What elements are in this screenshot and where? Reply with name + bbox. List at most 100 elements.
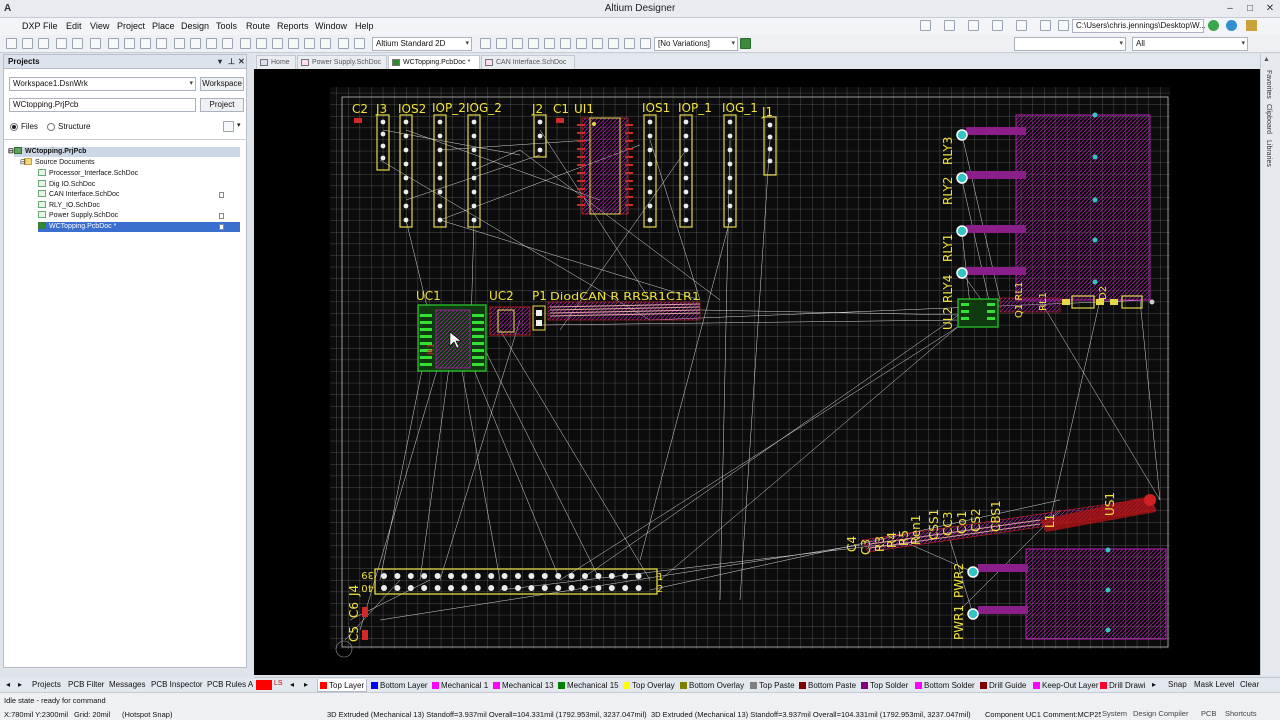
minimize-button[interactable]: – <box>1222 2 1238 15</box>
refresh-icon[interactable] <box>992 20 1003 31</box>
menu-view[interactable]: View <box>90 21 109 31</box>
tree-doc[interactable]: Power Supply.SchDoc <box>38 211 118 221</box>
mask-level-button[interactable]: Mask Level <box>1194 680 1234 689</box>
open-file-icon[interactable] <box>22 38 33 49</box>
zoom-selected-icon[interactable] <box>156 38 167 49</box>
via-icon[interactable] <box>560 38 571 49</box>
menu-tools[interactable]: Tools <box>216 21 237 31</box>
workspace-button[interactable]: Workspace <box>200 77 244 91</box>
layer-tab[interactable]: Bottom Layer <box>369 679 428 692</box>
tree-doc[interactable]: CAN Interface.SchDoc <box>38 190 119 200</box>
rubber-stamp-icon[interactable] <box>222 38 233 49</box>
tree-folder[interactable]: ⊟ Source Documents <box>20 158 95 168</box>
layer-menu-icon[interactable]: ▸ <box>1152 680 1156 689</box>
save-icon[interactable] <box>38 38 49 49</box>
layer-tab[interactable]: Drill Drawi <box>1098 679 1148 692</box>
files-radio[interactable] <box>10 123 18 131</box>
tree-doc[interactable]: RLY_IO.SchDoc <box>38 201 100 211</box>
pad-icon[interactable] <box>544 38 555 49</box>
cut-icon[interactable] <box>174 38 185 49</box>
expand-icon[interactable]: ⊟ <box>20 158 26 168</box>
up-icon[interactable] <box>1040 20 1051 31</box>
cross-probe-icon[interactable] <box>338 38 349 49</box>
panel-menu-icon[interactable]: ▾ <box>218 57 222 66</box>
zoom-fit-icon[interactable] <box>108 38 119 49</box>
go-back-icon[interactable] <box>1226 20 1237 31</box>
snap-button[interactable]: Snap <box>1168 680 1187 689</box>
nav-toolbar-icon[interactable] <box>920 20 931 31</box>
close-button[interactable]: ✕ <box>1262 2 1278 15</box>
tab-home[interactable]: Home <box>256 55 296 69</box>
folder-icon[interactable] <box>1058 20 1069 31</box>
tab-libraries[interactable]: Libraries <box>1265 140 1272 167</box>
maximize-button[interactable]: □ <box>1242 2 1258 15</box>
select-area-icon[interactable] <box>240 38 251 49</box>
fill-icon[interactable] <box>576 38 587 49</box>
pcb-button[interactable]: PCB <box>1201 709 1216 718</box>
layer-tab[interactable]: Keep-Out Layer <box>1031 679 1098 692</box>
path-combo[interactable]: C:\Users\chris.jennings\Desktop\W... <box>1072 19 1206 33</box>
panel-pin-icon[interactable]: ⊥ <box>228 57 235 66</box>
expand-icon[interactable]: ⊟ <box>8 147 14 157</box>
tab-favorites[interactable]: Favorites <box>1265 70 1272 99</box>
clear-filter-icon[interactable] <box>288 38 299 49</box>
panel-refresh-icon[interactable] <box>223 121 234 132</box>
menu-reports[interactable]: Reports <box>277 21 309 31</box>
tab-can-interface[interactable]: CAN Interface.SchDoc <box>481 55 575 69</box>
scroll-up-icon[interactable]: ▲ <box>1263 56 1270 63</box>
system-button[interactable]: System <box>1102 709 1127 718</box>
design-compiler-button[interactable]: Design Compiler <box>1133 709 1188 718</box>
go-forward-icon[interactable] <box>1208 20 1219 31</box>
layer-tab[interactable]: Bottom Paste <box>797 679 856 692</box>
panel-close-icon[interactable]: ✕ <box>238 57 245 66</box>
filter-combo[interactable]: ▾ <box>1014 37 1126 51</box>
clear-button[interactable]: Clear <box>1240 680 1259 689</box>
scroll-right-icon[interactable]: ▸ <box>18 679 22 691</box>
menu-edit[interactable]: Edit <box>66 21 82 31</box>
view-config-combo[interactable]: Altium Standard 2D ▾ <box>372 37 472 51</box>
browse-icon[interactable] <box>354 38 365 49</box>
layer-tab[interactable]: Mechanical 1 <box>430 679 488 692</box>
deselect-icon[interactable] <box>272 38 283 49</box>
menu-dxp[interactable]: DXP <box>22 21 41 31</box>
project-button[interactable]: Project <box>200 98 244 112</box>
undo-icon[interactable] <box>304 38 315 49</box>
tree-doc[interactable]: Processor_Interface.SchDoc <box>38 169 138 179</box>
panel-options-icon[interactable]: ▾ <box>237 121 241 129</box>
array-icon[interactable] <box>640 38 651 49</box>
menu-project[interactable]: Project <box>117 21 145 31</box>
copy-icon[interactable] <box>190 38 201 49</box>
menu-window[interactable]: Window <box>315 21 347 31</box>
pcb-canvas[interactable]: C2 J3 IOS2 IOP_2 IOG_2 J2 C1 UI1 IOS1 IO… <box>254 69 1260 675</box>
history-icon[interactable] <box>944 20 955 31</box>
layer-tab[interactable]: Mechanical 15 <box>556 679 619 692</box>
multi-route-icon[interactable] <box>512 38 523 49</box>
shortcuts-button[interactable]: Shortcuts <box>1225 709 1257 718</box>
layer-tab[interactable]: Bottom Solder <box>913 679 975 692</box>
layer-tab-top[interactable]: Top Layer <box>317 679 367 692</box>
zoom-icon[interactable] <box>140 38 151 49</box>
tree-project[interactable]: ⊟ WCtopping.PrjPcb <box>8 147 240 157</box>
print-icon[interactable] <box>56 38 67 49</box>
home-nav-icon[interactable] <box>1246 20 1257 31</box>
paste-icon[interactable] <box>206 38 217 49</box>
scroll-left-icon[interactable]: ◂ <box>6 679 10 691</box>
open-icon[interactable] <box>1016 20 1027 31</box>
tab-pcb-rules[interactable]: PCB Rules An <box>207 679 253 691</box>
tab-pcb-filter[interactable]: PCB Filter <box>68 679 104 691</box>
tab-clipboard[interactable]: Clipboard <box>1265 104 1272 134</box>
filter-all-combo[interactable]: All ▾ <box>1132 37 1248 51</box>
workspace-combo[interactable]: Workspace1.DsnWrk ▾ <box>9 77 196 91</box>
zoom-area-icon[interactable] <box>124 38 135 49</box>
ui1-component[interactable] <box>577 117 633 215</box>
new-icon[interactable] <box>6 38 17 49</box>
string-icon[interactable] <box>608 38 619 49</box>
polygon-icon[interactable] <box>592 38 603 49</box>
structure-radio[interactable] <box>47 123 55 131</box>
interactive-route-icon[interactable] <box>480 38 491 49</box>
layer-tab[interactable]: Top Overlay <box>621 679 675 692</box>
doc-icon[interactable] <box>968 20 979 31</box>
menu-file[interactable]: File <box>43 21 58 31</box>
layer-tab[interactable]: Top Solder <box>859 679 908 692</box>
component-icon[interactable] <box>624 38 635 49</box>
